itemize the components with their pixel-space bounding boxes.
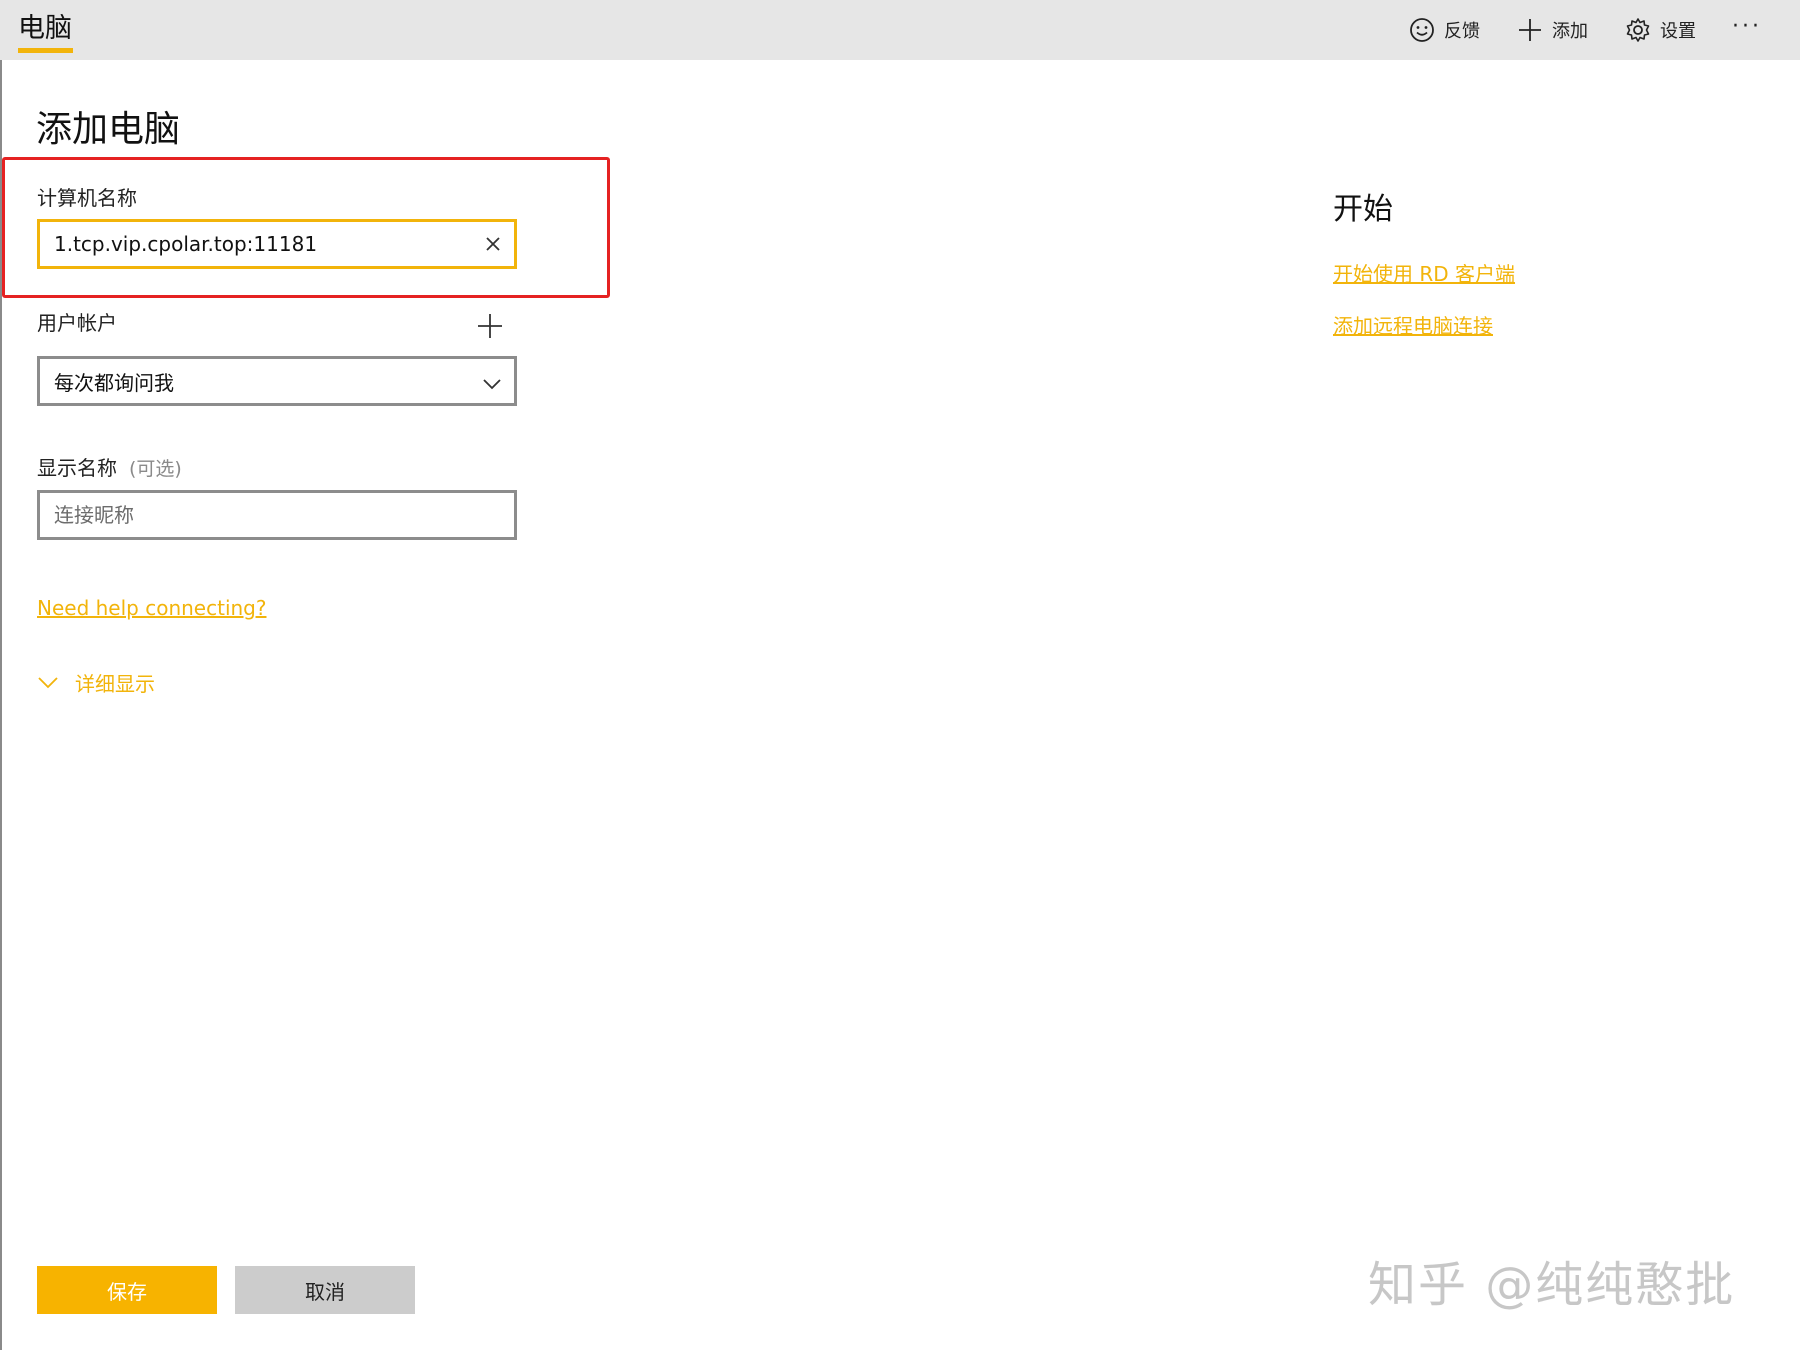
watermark: 知乎 @纯纯憨批 [1368, 1257, 1736, 1313]
getting-started-heading: 开始 [1333, 192, 1393, 227]
page-title: 添加电脑 [36, 109, 181, 150]
computer-name-field[interactable] [37, 219, 517, 269]
feedback-label: 反馈 [1444, 21, 1481, 42]
smiley-icon [1408, 16, 1436, 44]
add-label: 添加 [1552, 21, 1589, 42]
title-bar: 电脑 反馈 添加 设置 ··· [0, 0, 1800, 60]
command-bar: 反馈 添加 设置 ··· [1408, 0, 1800, 60]
active-tab-indicator [18, 48, 73, 53]
app-title-tab[interactable]: 电脑 [18, 6, 72, 45]
add-button[interactable]: 添加 [1516, 16, 1588, 44]
settings-label: 设置 [1660, 21, 1697, 42]
add-user-account-button[interactable] [476, 312, 504, 340]
gear-icon [1624, 16, 1652, 44]
chevron-down-icon [37, 675, 59, 691]
more-options-button[interactable]: ··· [1732, 14, 1762, 39]
settings-button[interactable]: 设置 [1624, 16, 1696, 44]
plus-icon [1516, 16, 1544, 44]
computer-name-input[interactable] [54, 232, 454, 256]
cancel-button[interactable]: 取消 [235, 1266, 415, 1314]
plus-icon [478, 314, 502, 338]
user-account-label: 用户帐户 [37, 311, 117, 335]
add-remote-pc-link[interactable]: 添加远程电脑连接 [1333, 310, 1493, 339]
feedback-button[interactable]: 反馈 [1408, 16, 1480, 44]
optional-hint: (可选) [129, 458, 182, 480]
display-name-input[interactable] [54, 503, 454, 527]
help-connecting-link[interactable]: Need help connecting? [37, 596, 266, 620]
get-started-link[interactable]: 开始使用 RD 客户端 [1333, 258, 1515, 287]
display-name-label: 显示名称 (可选) [37, 452, 182, 481]
chevron-down-icon [482, 373, 502, 390]
display-name-label-text: 显示名称 [37, 456, 117, 480]
user-account-dropdown[interactable]: 每次都询问我 [37, 356, 517, 406]
user-account-selected-value: 每次都询问我 [54, 370, 174, 395]
show-details-expander[interactable]: 详细显示 [37, 668, 155, 697]
display-name-field[interactable] [37, 490, 517, 540]
computer-name-label: 计算机名称 [37, 186, 137, 210]
clear-icon[interactable] [482, 233, 504, 255]
show-details-label: 详细显示 [75, 672, 155, 696]
save-button[interactable]: 保存 [37, 1266, 217, 1314]
